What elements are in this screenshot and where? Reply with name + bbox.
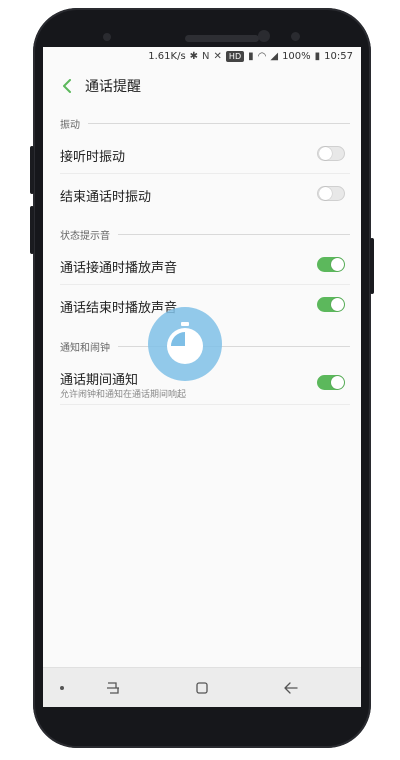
toggle-switch[interactable]	[317, 186, 345, 201]
back-arrow-icon	[284, 682, 298, 694]
mute-icon: ✕	[213, 50, 222, 62]
signal-icon: ◢	[270, 50, 279, 62]
timer-overlay	[147, 306, 223, 382]
status-bar: 1.61K/s ✱ N ✕ HD ▮ ◠ ◢ 100% ▮ 10:57	[43, 47, 361, 65]
row-divider	[60, 404, 350, 405]
setting-label: 通话期间通知	[60, 373, 139, 388]
toggle-switch[interactable]	[317, 375, 345, 390]
speaker-grille	[185, 35, 259, 42]
section-title: 状态提示音	[60, 231, 110, 242]
recents-icon	[107, 682, 119, 694]
volume-button	[30, 206, 34, 254]
navigation-bar	[43, 667, 361, 707]
nfc-icon: N	[202, 50, 210, 62]
toggle-knob	[331, 376, 344, 389]
bluetooth-icon: ✱	[189, 50, 199, 62]
setting-row-answer-vibrate[interactable]: 接听时振动	[60, 134, 350, 174]
toggle-switch[interactable]	[317, 257, 345, 272]
app-header: 通话提醒	[43, 69, 361, 103]
clock: 10:57	[324, 50, 353, 62]
nav-dot-button[interactable]	[52, 678, 72, 698]
toggle-switch[interactable]	[317, 146, 345, 161]
power-button	[370, 238, 374, 294]
battery-icon: ▮	[314, 50, 321, 62]
setting-row-end-vibrate[interactable]: 结束通话时振动	[60, 174, 350, 214]
wifi-icon: ◠	[257, 50, 267, 62]
battery-percent: 100%	[282, 50, 311, 62]
home-button[interactable]	[192, 678, 212, 698]
toggle-switch[interactable]	[317, 297, 345, 312]
section-header-vibration: 振动	[60, 116, 350, 131]
section-header-tones: 状态提示音	[60, 227, 350, 242]
network-speed: 1.61K/s	[148, 50, 186, 62]
sim-icon: ▮	[248, 50, 254, 62]
chevron-left-icon	[63, 79, 71, 93]
section-title: 通知和闹钟	[60, 343, 110, 354]
nav-back-button[interactable]	[281, 678, 301, 698]
setting-label: 结束通话时振动	[60, 190, 152, 205]
toggle-knob	[331, 298, 344, 311]
proximity-sensor	[103, 33, 111, 41]
hd-badge: HD	[225, 50, 245, 62]
setting-label: 接听时振动	[60, 150, 126, 165]
page-title: 通话提醒	[85, 79, 141, 95]
setting-row-connect-sound[interactable]: 通话接通时播放声音	[60, 245, 350, 285]
toggle-knob	[331, 258, 344, 271]
bixby-button	[30, 146, 34, 194]
iris-sensor	[291, 32, 300, 41]
toggle-knob	[319, 147, 332, 160]
setting-subtitle: 允许闹钟和通知在通话期间响起	[60, 390, 187, 400]
back-button[interactable]	[51, 69, 83, 103]
section-divider	[118, 234, 350, 235]
dot-icon	[60, 686, 64, 690]
timer-icon	[148, 307, 222, 381]
recents-button[interactable]	[103, 678, 123, 698]
toggle-knob	[319, 187, 332, 200]
section-divider	[88, 123, 350, 124]
section-title: 振动	[60, 120, 80, 131]
setting-label: 通话接通时播放声音	[60, 261, 178, 276]
front-camera	[258, 30, 270, 42]
home-icon	[196, 682, 208, 694]
